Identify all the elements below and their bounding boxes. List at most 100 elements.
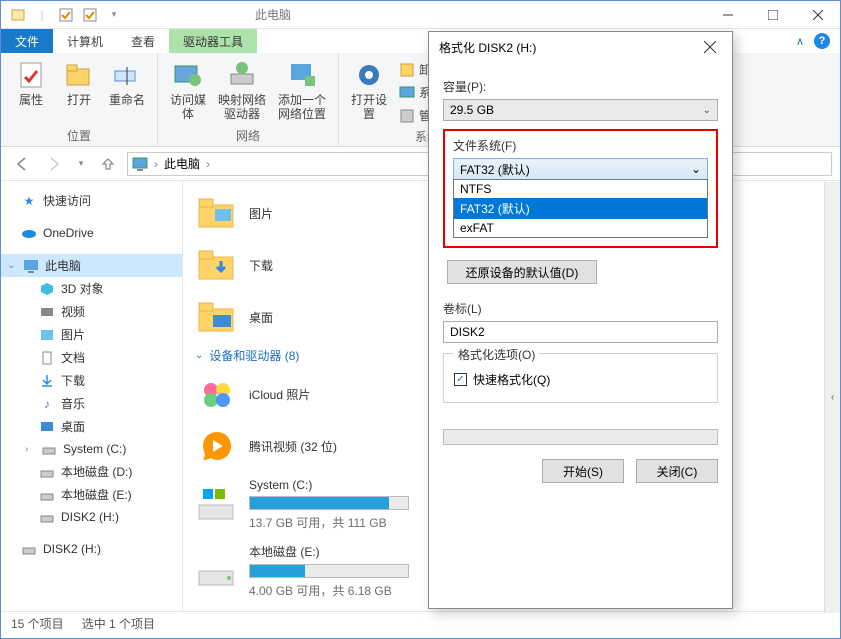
properties-icon <box>15 59 47 91</box>
status-item-count: 15 个项目 <box>11 615 64 632</box>
window-title: 此电脑 <box>255 6 291 23</box>
nav-desktop-label: 桌面 <box>61 418 85 435</box>
dialog-titlebar[interactable]: 格式化 DISK2 (H:) <box>429 32 732 62</box>
rename-icon <box>111 59 143 91</box>
drive-icon <box>39 487 55 503</box>
tab-view[interactable]: 查看 <box>117 29 169 53</box>
fs-option-exfat[interactable]: exFAT <box>454 219 707 237</box>
nav-onedrive[interactable]: OneDrive <box>1 222 182 244</box>
close-button[interactable] <box>795 1 840 29</box>
breadcrumb-root[interactable]: 此电脑 <box>164 155 200 172</box>
folder-pictures-label: 图片 <box>249 205 273 222</box>
filesystem-label: 文件系统(F) <box>453 137 708 154</box>
qat-checkbox-icon[interactable] <box>55 4 77 26</box>
navigation-pane[interactable]: ★快速访问 OneDrive ⌄此电脑 3D 对象 视频 图片 文档 下载 ♪音… <box>1 181 183 611</box>
icloud-label: iCloud 照片 <box>249 386 310 403</box>
scrollbar[interactable]: ‹ <box>824 182 840 613</box>
nav-3d-label: 3D 对象 <box>61 280 104 297</box>
filesystem-dropdown-list: NTFS FAT32 (默认) exFAT <box>453 179 708 238</box>
uninstall-icon <box>399 62 415 78</box>
start-button[interactable]: 开始(S) <box>542 459 624 483</box>
forward-button[interactable] <box>41 151 67 177</box>
nav-local-d[interactable]: 本地磁盘 (D:) <box>1 460 182 483</box>
download-icon <box>39 373 55 389</box>
add-location-button[interactable]: 添加一个网络位置 <box>274 57 330 123</box>
app-icon <box>7 4 29 26</box>
drive-e-label: 本地磁盘 (E:) <box>249 543 409 560</box>
nav-quick-label: 快速访问 <box>43 192 91 209</box>
fs-option-ntfs[interactable]: NTFS <box>454 180 707 198</box>
gear-icon <box>353 59 385 91</box>
filesystem-combo[interactable]: FAT32 (默认)⌄ <box>453 158 708 180</box>
qat-dropdown-icon[interactable]: ▾ <box>103 4 125 26</box>
nav-videos[interactable]: 视频 <box>1 300 182 323</box>
nav-onedrive-label: OneDrive <box>43 226 94 240</box>
map-drive-button[interactable]: 映射网络驱动器 <box>214 57 270 123</box>
music-icon: ♪ <box>39 396 55 412</box>
access-media-label: 访问媒体 <box>168 93 208 121</box>
window-controls <box>705 1 840 29</box>
up-button[interactable] <box>95 151 121 177</box>
nav-this-pc[interactable]: ⌄此电脑 <box>1 254 182 277</box>
ribbon-group-location: 属性 打开 重命名 位置 <box>1 53 158 146</box>
chevron-right-icon[interactable]: › <box>25 444 35 455</box>
nav-d-label: 本地磁盘 (D:) <box>61 463 132 480</box>
maximize-button[interactable] <box>750 1 795 29</box>
recent-dropdown[interactable]: ▾ <box>73 151 89 177</box>
access-media-button[interactable]: 访问媒体 <box>166 57 210 123</box>
open-settings-button[interactable]: 打开设置 <box>347 57 391 123</box>
nav-downloads[interactable]: 下载 <box>1 369 182 392</box>
nav-disk2-h-root[interactable]: DISK2 (H:) <box>1 538 182 560</box>
chevron-right-icon[interactable]: › <box>154 157 158 171</box>
dialog-close-button[interactable] <box>698 35 722 59</box>
tab-file[interactable]: 文件 <box>1 29 53 53</box>
drive-icon <box>197 485 237 525</box>
nav-system-c[interactable]: ›System (C:) <box>1 438 182 460</box>
nav-disk2-h[interactable]: DISK2 (H:) <box>1 506 182 528</box>
fs-option-fat32[interactable]: FAT32 (默认) <box>454 198 707 219</box>
chevron-down-icon[interactable]: ⌄ <box>7 260 17 271</box>
cloud-icon <box>21 225 37 241</box>
drive-icon <box>197 551 237 591</box>
status-bar: 15 个项目 选中 1 个项目 <box>1 611 840 635</box>
nav-quick-access[interactable]: ★快速访问 <box>1 189 182 212</box>
add-location-label: 添加一个网络位置 <box>276 93 328 121</box>
ribbon-collapse-icon[interactable]: ∧ <box>796 35 804 48</box>
nav-3d-objects[interactable]: 3D 对象 <box>1 277 182 300</box>
folder-icon <box>197 297 237 337</box>
close-button[interactable]: 关闭(C) <box>636 459 718 483</box>
properties-button[interactable]: 属性 <box>9 57 53 109</box>
minimize-button[interactable] <box>705 1 750 29</box>
drive-c-bar <box>249 496 409 510</box>
nav-pictures[interactable]: 图片 <box>1 323 182 346</box>
ribbon-group-network: 访问媒体 映射网络驱动器 添加一个网络位置 网络 <box>158 53 339 146</box>
restore-defaults-button[interactable]: 还原设备的默认值(D) <box>447 260 597 284</box>
format-options-fieldset: 格式化选项(O) ✓ 快速格式化(Q) <box>443 353 718 403</box>
open-button[interactable]: 打开 <box>57 57 101 109</box>
video-icon <box>39 304 55 320</box>
capacity-combo[interactable]: 29.5 GB⌄ <box>443 99 718 121</box>
tab-computer[interactable]: 计算机 <box>53 29 117 53</box>
tencent-icon <box>197 426 237 466</box>
volume-label-input[interactable] <box>443 321 718 343</box>
nav-local-e[interactable]: 本地磁盘 (E:) <box>1 483 182 506</box>
filesystem-highlight-box: 文件系统(F) FAT32 (默认)⌄ NTFS FAT32 (默认) exFA… <box>443 129 718 248</box>
nav-music[interactable]: ♪音乐 <box>1 392 182 415</box>
rename-button[interactable]: 重命名 <box>105 57 149 109</box>
nav-desktop[interactable]: 桌面 <box>1 415 182 438</box>
quick-format-row[interactable]: ✓ 快速格式化(Q) <box>454 371 707 388</box>
chevron-right-icon[interactable]: › <box>206 157 210 171</box>
help-icon[interactable]: ? <box>814 33 830 49</box>
cube-icon <box>39 281 55 297</box>
tab-drive-tools[interactable]: 驱动器工具 <box>169 29 257 53</box>
drive-c-label: System (C:) <box>249 478 409 492</box>
computer-icon <box>132 156 148 172</box>
nav-documents[interactable]: 文档 <box>1 346 182 369</box>
open-label: 打开 <box>67 93 91 107</box>
folder-icon <box>197 245 237 285</box>
nav-h2-label: DISK2 (H:) <box>43 542 101 556</box>
nav-pictures-label: 图片 <box>61 326 85 343</box>
quick-format-checkbox[interactable]: ✓ <box>454 373 467 386</box>
back-button[interactable] <box>9 151 35 177</box>
qat-checkbox2-icon[interactable] <box>79 4 101 26</box>
